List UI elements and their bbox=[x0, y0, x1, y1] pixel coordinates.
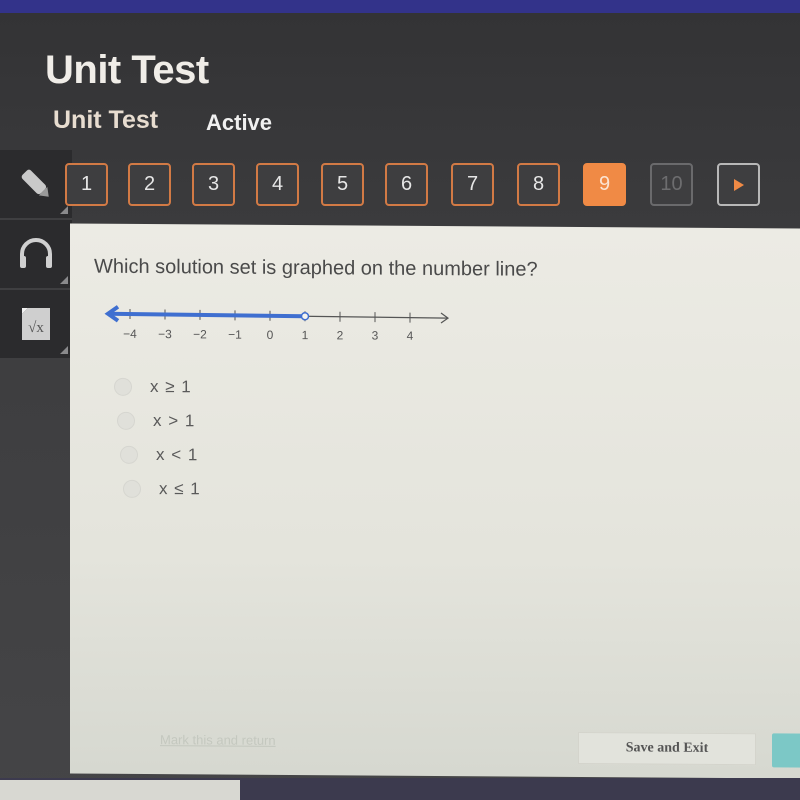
tick-label: 0 bbox=[267, 328, 274, 342]
radio-button[interactable] bbox=[114, 377, 132, 396]
question-9-button[interactable]: 9 bbox=[583, 163, 626, 206]
number-line: −4 −3 −2 −1 0 1 2 3 4 bbox=[104, 305, 450, 343]
expand-corner-icon bbox=[60, 346, 68, 354]
page-title: Unit Test bbox=[45, 48, 209, 92]
question-1-button[interactable]: 1 bbox=[65, 163, 108, 206]
headphones-icon bbox=[20, 238, 52, 268]
question-5-button[interactable]: 5 bbox=[321, 163, 364, 206]
save-and-exit-button[interactable]: Save and Exit bbox=[578, 731, 756, 766]
play-arrow-icon bbox=[733, 178, 744, 191]
answer-choices: x ≥ 1 x > 1 x < 1 x ≤ 1 bbox=[114, 370, 201, 507]
question-text: Which solution set is graphed on the num… bbox=[94, 255, 538, 281]
tick-label: 1 bbox=[302, 328, 309, 342]
question-3-button[interactable]: 3 bbox=[192, 163, 235, 206]
math-tool-button[interactable]: √x bbox=[0, 290, 72, 360]
math-tool-glyph: √x bbox=[28, 320, 44, 336]
tick-label: 4 bbox=[407, 329, 414, 343]
radio-button[interactable] bbox=[117, 411, 135, 430]
question-10-button[interactable]: 10 bbox=[650, 163, 693, 206]
shaded-ray bbox=[107, 311, 306, 319]
tick-label: −3 bbox=[158, 327, 172, 341]
next-button[interactable] bbox=[772, 733, 800, 768]
radio-button[interactable] bbox=[123, 479, 141, 498]
audio-tool-button[interactable] bbox=[0, 220, 72, 290]
choice-option[interactable]: x > 1 bbox=[117, 404, 201, 439]
tick-label: 3 bbox=[372, 329, 379, 343]
taskbar-item bbox=[0, 780, 240, 800]
tick-label: 2 bbox=[337, 328, 344, 342]
choice-label: x ≥ 1 bbox=[150, 377, 192, 397]
radio-button[interactable] bbox=[120, 445, 138, 464]
pencil-icon bbox=[21, 169, 49, 197]
question-panel: Which solution set is graphed on the num… bbox=[70, 223, 800, 779]
question-7-button[interactable]: 7 bbox=[451, 163, 494, 206]
status-label: Active bbox=[206, 110, 273, 135]
tick-label: −1 bbox=[228, 328, 242, 342]
question-8-button[interactable]: 8 bbox=[517, 163, 560, 206]
choice-option[interactable]: x ≥ 1 bbox=[114, 370, 201, 405]
choice-label: x > 1 bbox=[153, 411, 196, 431]
unit-subtitle: Unit Test bbox=[53, 106, 159, 134]
next-question-button[interactable] bbox=[717, 163, 760, 206]
question-6-button[interactable]: 6 bbox=[385, 163, 428, 206]
tick-label: −4 bbox=[123, 327, 137, 341]
choice-option[interactable]: x ≤ 1 bbox=[123, 472, 201, 507]
question-4-button[interactable]: 4 bbox=[256, 163, 299, 206]
question-2-button[interactable]: 2 bbox=[128, 163, 171, 206]
square-root-icon: √x bbox=[22, 308, 50, 340]
mark-and-return-link[interactable]: Mark this and return bbox=[160, 732, 276, 748]
choice-option[interactable]: x < 1 bbox=[120, 438, 201, 473]
choice-label: x < 1 bbox=[156, 445, 199, 465]
choice-label: x ≤ 1 bbox=[159, 479, 201, 499]
tick-label: −2 bbox=[193, 327, 207, 341]
open-endpoint bbox=[300, 312, 310, 321]
question-navigation: 1 2 3 4 5 6 7 8 9 10 bbox=[65, 163, 775, 213]
pencil-tool-button[interactable] bbox=[0, 150, 72, 220]
monitor-top-bezel bbox=[0, 0, 800, 13]
expand-corner-icon bbox=[60, 276, 68, 284]
